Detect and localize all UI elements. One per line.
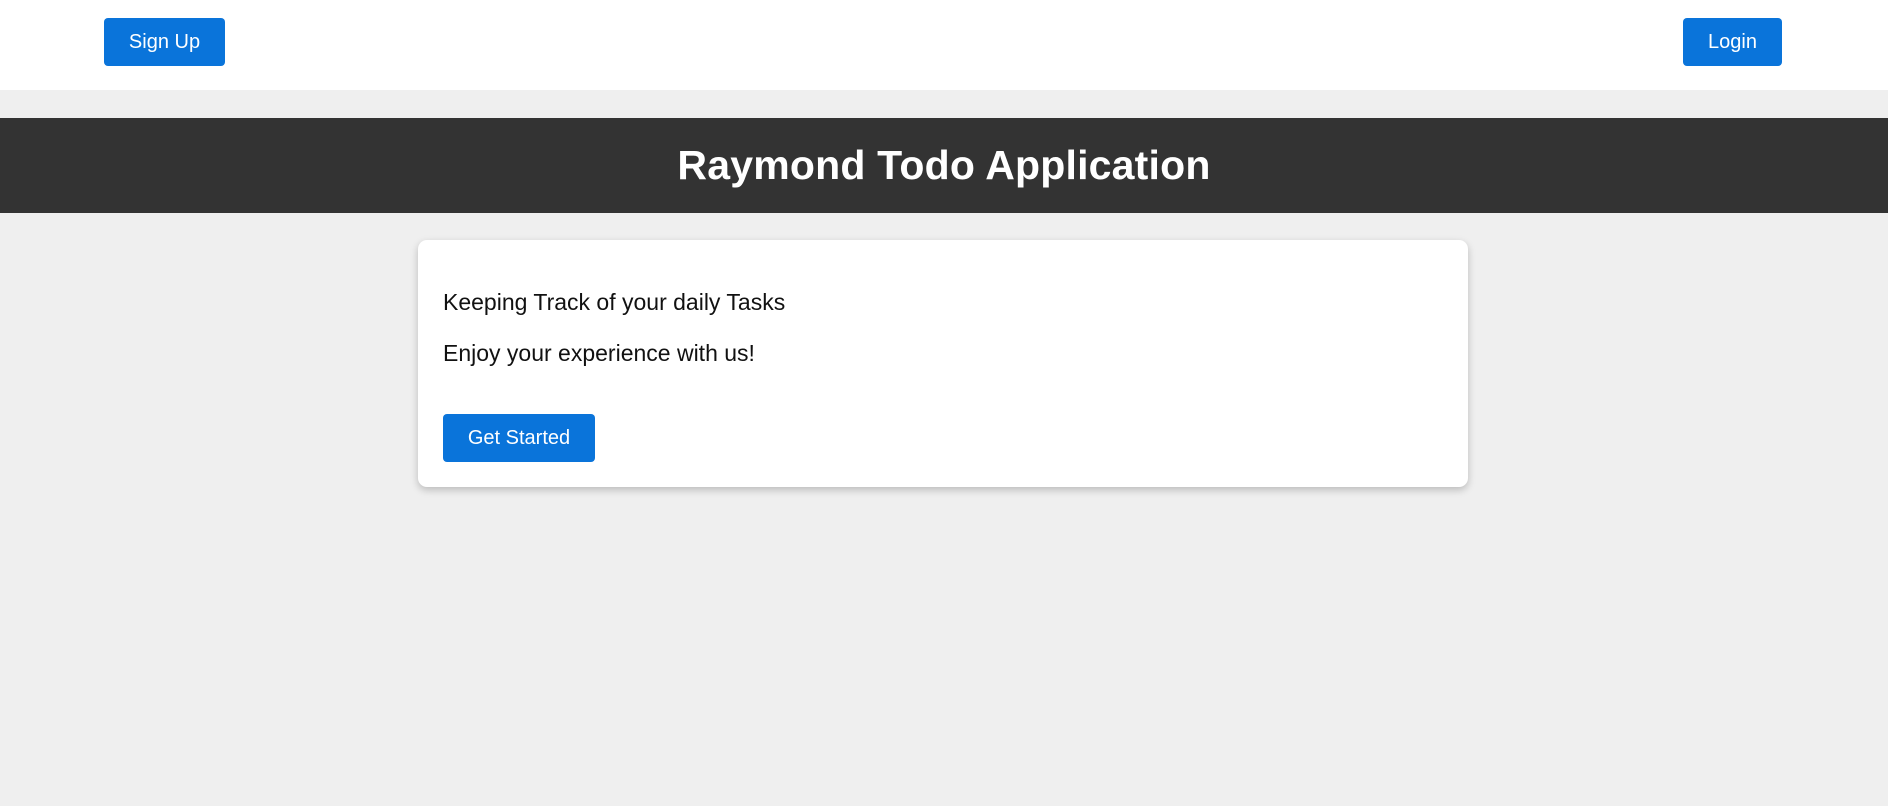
page-title: Raymond Todo Application	[677, 142, 1211, 188]
top-nav-bar: Sign Up Login	[0, 0, 1888, 90]
welcome-text: Enjoy your experience with us!	[443, 340, 755, 366]
tagline-text: Keeping Track of your daily Tasks	[443, 289, 786, 315]
sign-up-button[interactable]: Sign Up	[104, 18, 225, 66]
welcome-card: Keeping Track of your daily Tasks Enjoy …	[418, 240, 1468, 487]
get-started-button[interactable]: Get Started	[443, 414, 595, 462]
header-banner: Raymond Todo Application	[0, 118, 1888, 213]
login-button[interactable]: Login	[1683, 18, 1782, 66]
